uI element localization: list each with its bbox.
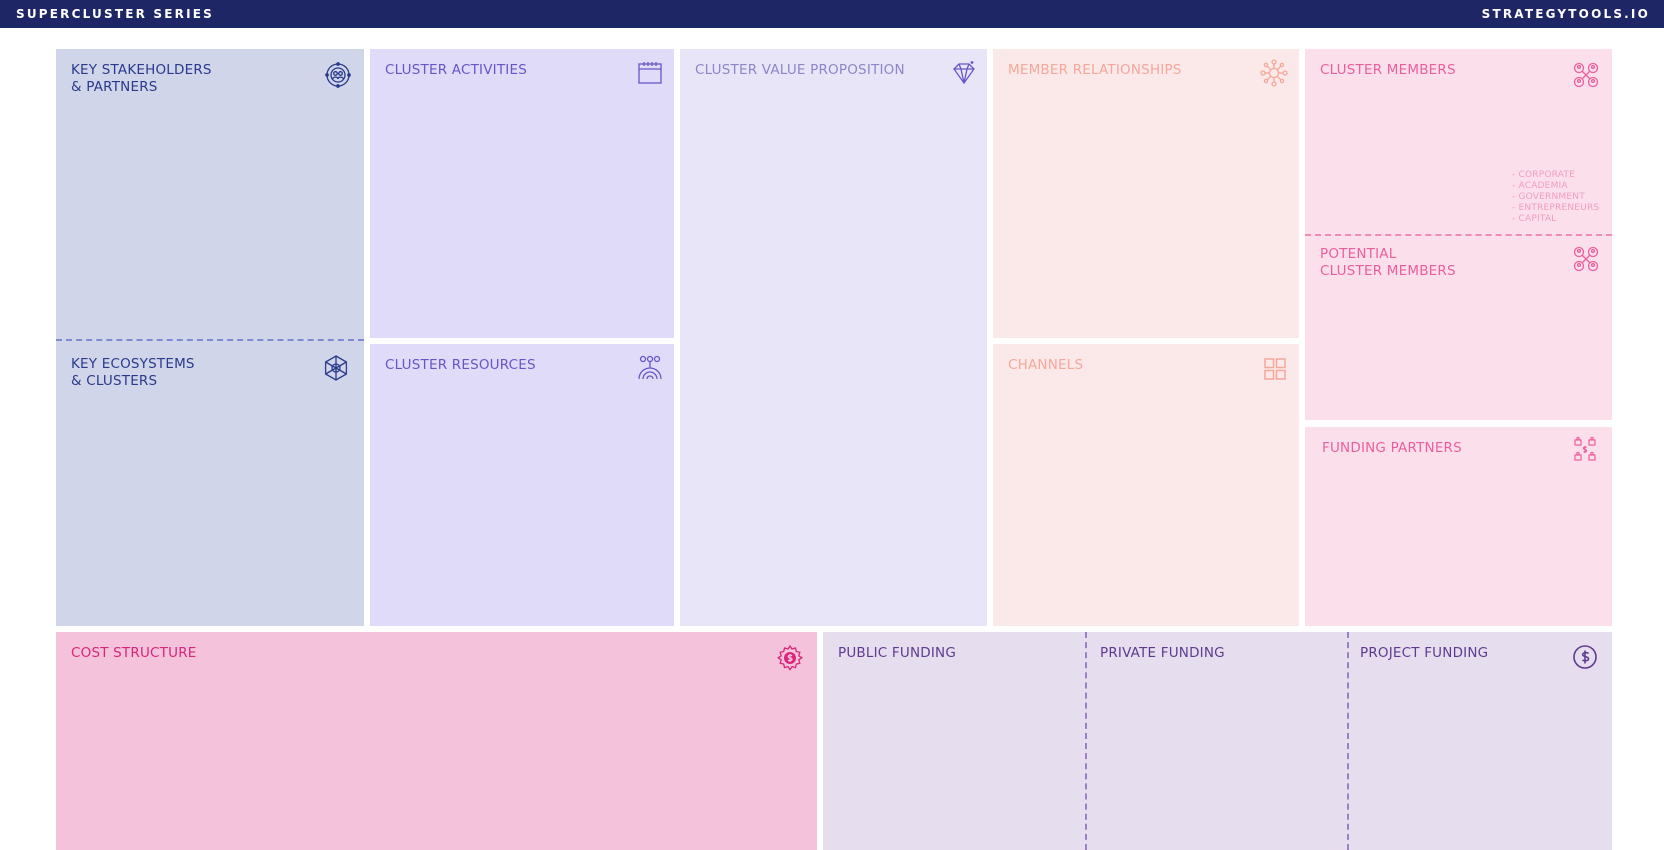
key-stakeholders-block[interactable]: KEY STAKEHOLDERS & PARTNERS KEY ECOSYSTE…: [56, 49, 364, 626]
channels-title: CHANNELS: [1008, 357, 1084, 373]
value-proposition-block[interactable]: CLUSTER VALUE PROPOSITION: [680, 49, 987, 626]
member-type-item: - ENTREPRENEURS: [1512, 203, 1600, 213]
series-label: SUPERCLUSTER SERIES: [16, 7, 215, 21]
cluster-members-title: CLUSTER MEMBERS: [1320, 62, 1456, 78]
channels-block[interactable]: CHANNELS: [993, 344, 1299, 626]
private-funding-title: PRIVATE FUNDING: [1100, 645, 1225, 661]
stakeholders-divider: [56, 339, 364, 341]
cost-structure-block[interactable]: COST STRUCTURE: [56, 632, 817, 850]
resources-icon: [636, 354, 664, 382]
member-type-item: - CAPITAL: [1512, 214, 1557, 224]
funding-streams-block[interactable]: PUBLIC FUNDING PRIVATE FUNDING PROJECT F…: [823, 632, 1612, 850]
member-type-item: - ACADEMIA: [1512, 181, 1568, 191]
members-divider: [1305, 234, 1612, 236]
people-network-icon: [324, 61, 352, 89]
funding-partners-block[interactable]: FUNDING PARTNERS: [1305, 427, 1612, 626]
members-cluster-icon: [1572, 61, 1600, 89]
member-relationships-title: MEMBER RELATIONSHIPS: [1008, 62, 1182, 78]
network-globe-icon: [322, 354, 350, 382]
project-funding-title: PROJECT FUNDING: [1360, 645, 1489, 661]
key-ecosystems-title: KEY ECOSYSTEMS & CLUSTERS: [71, 356, 195, 389]
funding-divider: [1347, 632, 1349, 850]
funding-divider: [1085, 632, 1087, 850]
funding-network-icon: [1571, 436, 1599, 464]
cluster-members-block[interactable]: CLUSTER MEMBERS POTENTIAL CLUSTER MEMBER…: [1305, 49, 1612, 420]
value-proposition-title: CLUSTER VALUE PROPOSITION: [695, 62, 905, 78]
dollar-circle-icon: [1571, 643, 1599, 671]
site-label[interactable]: STRATEGYTOOLS.IO: [1482, 7, 1650, 21]
public-funding-title: PUBLIC FUNDING: [838, 645, 956, 661]
member-type-item: - CORPORATE: [1512, 170, 1575, 180]
cluster-activities-block[interactable]: CLUSTER ACTIVITIES: [370, 49, 674, 338]
top-bar: SUPERCLUSTER SERIES STRATEGYTOOLS.IO: [0, 0, 1664, 28]
members-cluster-icon: [1572, 245, 1600, 273]
member-relationships-block[interactable]: MEMBER RELATIONSHIPS: [993, 49, 1299, 338]
cluster-activities-title: CLUSTER ACTIVITIES: [385, 62, 527, 78]
gear-dollar-icon: [776, 644, 804, 672]
cluster-resources-block[interactable]: CLUSTER RESOURCES: [370, 344, 674, 626]
calendar-icon: [636, 59, 664, 87]
cost-structure-title: COST STRUCTURE: [71, 645, 197, 661]
diamond-icon: [950, 59, 978, 87]
funding-partners-title: FUNDING PARTNERS: [1322, 440, 1462, 456]
key-stakeholders-title: KEY STAKEHOLDERS & PARTNERS: [71, 62, 212, 95]
potential-members-title: POTENTIAL CLUSTER MEMBERS: [1320, 246, 1456, 279]
cluster-resources-title: CLUSTER RESOURCES: [385, 357, 536, 373]
hub-network-icon: [1260, 59, 1288, 87]
grid-icon: [1261, 355, 1289, 383]
member-types-list: - CORPORATE - ACADEMIA - GOVERNMENT - EN…: [1512, 170, 1599, 225]
member-type-item: - GOVERNMENT: [1512, 192, 1585, 202]
